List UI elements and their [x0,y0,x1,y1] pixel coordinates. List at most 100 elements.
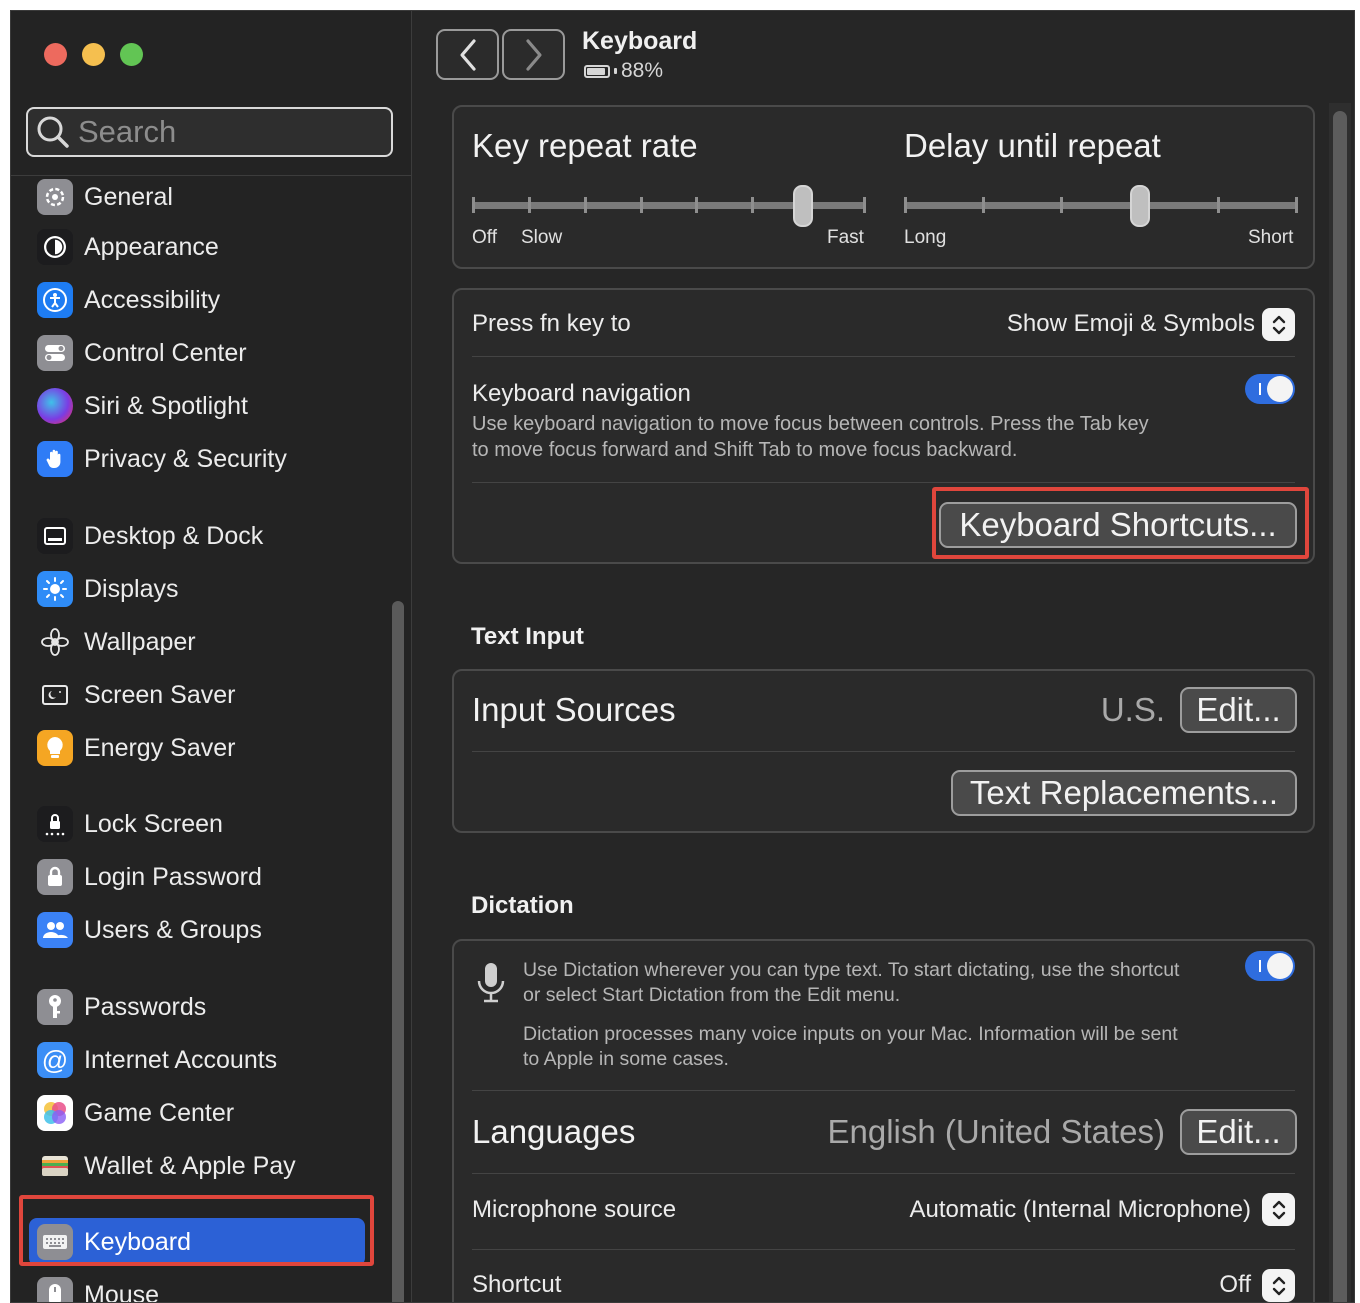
sidebar-item-users-groups[interactable]: Users & Groups [29,906,365,954]
sidebar-item-privacy-security[interactable]: Privacy & Security [29,435,365,483]
sidebar-item-label: Game Center [84,1098,235,1127]
slider-knob[interactable] [1130,185,1151,227]
sidebar-item-lock-screen[interactable]: Lock Screen [29,800,365,848]
slider-tick [751,197,755,213]
keyboard-icon [37,1224,73,1260]
slider-tick [639,197,643,213]
mouse-icon [37,1277,73,1302]
forward-button[interactable] [502,29,565,80]
main-scrollbar[interactable] [1333,111,1347,1302]
microphone-source-popup-button[interactable] [1262,1193,1295,1226]
sidebar-item-label: Control Center [84,338,247,367]
sidebar-item-label: Mouse [84,1280,160,1303]
delay-repeat-slider[interactable] [904,183,1298,227]
game-center-icon [37,1095,73,1131]
back-button[interactable] [436,29,499,80]
key-repeat-title: Key repeat rate [472,127,698,164]
battery-icon [584,64,610,78]
sidebar-item-mouse[interactable]: Mouse [29,1271,365,1303]
sidebar-item-internet-accounts[interactable]: @ Internet Accounts [29,1036,365,1084]
dictation-toggle[interactable] [1245,951,1295,981]
search-field[interactable] [26,107,393,157]
zoom-window-button[interactable] [120,43,143,66]
microphone-source-value[interactable]: Automatic (Internal Microphone) [910,1196,1251,1224]
minimize-window-button[interactable] [82,43,105,66]
sidebar-item-appearance[interactable]: Appearance [29,223,365,271]
input-sources-label: Input Sources [472,691,676,728]
settings-window: General Appearance Accessibility Control… [10,10,1355,1303]
slider-tick [1060,197,1064,213]
sidebar-item-accessibility[interactable]: Accessibility [29,276,365,324]
sidebar-item-screen-saver[interactable]: Screen Saver [29,671,365,719]
sidebar-item-general[interactable]: General [29,175,365,221]
close-window-button[interactable] [44,43,67,66]
dictation-privacy-2: to Apple in some cases. [523,1048,729,1070]
lock-icon [37,859,73,895]
battery-tip [614,68,617,74]
slider-knob[interactable] [792,185,813,227]
chevron-left-icon [459,38,476,71]
languages-label: Languages [472,1113,636,1150]
languages-edit-button[interactable]: Edit... [1180,1109,1297,1155]
sidebar-item-label: Internet Accounts [84,1045,278,1074]
input-sources-value: U.S. [1100,691,1165,728]
key-icon [37,989,73,1025]
text-replacements-button[interactable]: Text Replacements... [951,770,1297,816]
row-divider [472,1249,1295,1250]
siri-icon [37,388,73,424]
shortcut-value[interactable]: Off [1219,1271,1251,1299]
row-divider [472,751,1295,752]
slider-tick [863,197,866,213]
sidebar-item-control-center[interactable]: Control Center [29,329,365,377]
sidebar-item-keyboard[interactable]: Keyboard [29,1218,365,1266]
row-divider [472,482,1295,483]
sidebar: General Appearance Accessibility Control… [11,11,412,1302]
sidebar-item-label: Appearance [84,232,219,261]
screen-saver-icon [37,677,73,713]
dictation-card: Use Dictation wherever you can type text… [452,939,1315,1302]
dictation-heading: Dictation [471,892,574,919]
microphone-icon [477,963,505,1003]
key-repeat-slider[interactable] [472,183,866,227]
slider-label-fast: Fast [827,227,864,248]
sidebar-item-game-center[interactable]: Game Center [29,1089,365,1137]
sidebar-item-label: Passwords [84,992,207,1021]
lightbulb-icon [37,730,73,766]
sidebar-item-energy-saver[interactable]: Energy Saver [29,724,365,772]
search-input[interactable] [78,114,378,150]
page-title: Keyboard [582,27,698,55]
languages-value: English (United States) [827,1113,1166,1150]
dictation-desc-2: or select Start Dictation from the Edit … [523,984,901,1006]
sidebar-item-label: Screen Saver [84,680,236,709]
fn-key-value[interactable]: Show Emoji & Symbols [1007,310,1255,338]
sidebar-item-wallpaper[interactable]: Wallpaper [29,618,365,666]
toggle-on-mark [1259,960,1261,972]
sidebar-item-login-password[interactable]: Login Password [29,853,365,901]
flower-icon [37,624,73,660]
sidebar-scrollbar[interactable] [392,601,404,1302]
sidebar-item-label: Desktop & Dock [84,521,264,550]
gear-icon [37,179,73,215]
shortcut-popup-button[interactable] [1262,1269,1295,1302]
sidebar-item-passwords[interactable]: Passwords [29,983,365,1031]
slider-tick [527,197,531,213]
appearance-icon [37,229,73,265]
sidebar-item-wallet-apple-pay[interactable]: Wallet & Apple Pay [29,1142,365,1190]
sidebar-item-desktop-dock[interactable]: Desktop & Dock [29,512,365,560]
sidebar-item-label: Wallet & Apple Pay [84,1151,296,1180]
sidebar-item-label: Users & Groups [84,915,262,944]
slider-label-off: Off [472,227,497,248]
row-divider [472,356,1295,357]
microphone-source-label: Microphone source [472,1196,677,1223]
keyboard-navigation-label: Keyboard navigation [472,380,691,407]
row-divider [472,1090,1295,1091]
sidebar-item-label: General [84,182,173,211]
sidebar-list: General Appearance Accessibility Control… [11,175,412,1303]
users-icon [37,912,73,948]
fn-key-popup-button[interactable] [1262,308,1295,341]
keyboard-navigation-toggle[interactable] [1245,374,1295,404]
sidebar-item-displays[interactable]: Displays [29,565,365,613]
sidebar-item-label: Displays [84,574,179,603]
sidebar-item-siri-spotlight[interactable]: Siri & Spotlight [29,382,365,430]
input-sources-edit-button[interactable]: Edit... [1180,687,1297,733]
